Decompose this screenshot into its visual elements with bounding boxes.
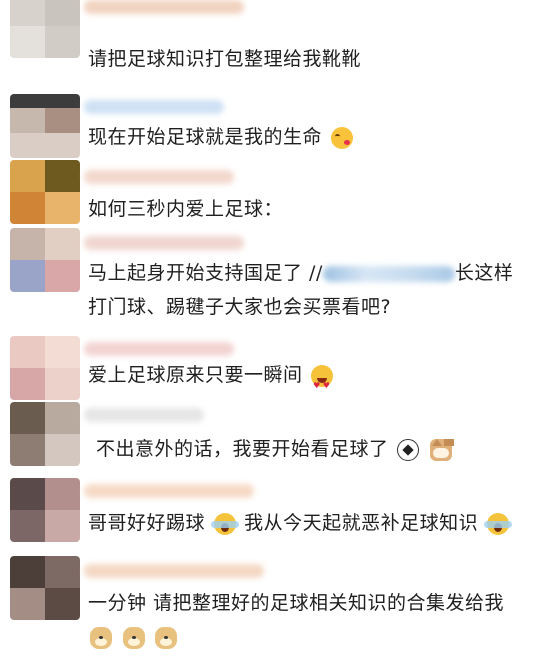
- comment-text: 现在开始足球就是我的生命: [88, 120, 539, 154]
- avatar-pixel: [45, 510, 80, 542]
- comment-text-line2: 打门球、踢毽子大家也会买票看吧?: [88, 296, 392, 318]
- avatar-pixel: [45, 192, 80, 224]
- avatar-pixel: [45, 228, 80, 260]
- username[interactable]: [84, 408, 204, 422]
- screaming-emoji: [483, 512, 512, 535]
- avatar-pixel: [45, 0, 80, 26]
- avatar-pixel: [45, 160, 80, 192]
- avatar-pixel: [10, 336, 45, 368]
- avatar-pixel: [10, 510, 45, 542]
- avatar[interactable]: [10, 556, 80, 620]
- avatar[interactable]: [10, 478, 80, 542]
- avatar-pixel: [45, 336, 80, 368]
- avatar-pixel: [10, 26, 45, 58]
- comment-text-line1-end: 长这样: [454, 262, 514, 284]
- comment-text: 请把足球知识打包整理给我靴靴: [88, 42, 539, 76]
- doge-emoji: [122, 626, 145, 649]
- avatar[interactable]: [10, 160, 80, 224]
- avatar[interactable]: [10, 228, 80, 292]
- comment-text: 一分钟 请把整理好的足球相关知识的合集发给我: [88, 586, 539, 654]
- kiss-emoji: [330, 126, 353, 149]
- comment-text-content: 现在开始足球就是我的生命: [88, 126, 323, 148]
- username[interactable]: [84, 484, 254, 498]
- avatar-pixel: [10, 133, 80, 158]
- comment-text-line1: 一分钟 请把整理好的足球相关知识的合集发给我: [88, 592, 505, 614]
- username[interactable]: [84, 100, 224, 114]
- avatar-pixel: [10, 0, 45, 26]
- soccer-ball-emoji: [397, 438, 420, 461]
- mentioned-username[interactable]: [322, 265, 455, 282]
- comment-text-content: 如何三秒内爱上足球：: [88, 198, 284, 220]
- avatar-pixel: [45, 478, 80, 510]
- avatar-pixel: [10, 192, 45, 224]
- avatar[interactable]: [10, 402, 80, 466]
- avatar-pixel: [10, 260, 45, 292]
- comment-text-part2: 我从今天起就恶补足球知识: [244, 512, 479, 534]
- comment-text-content: 爱上足球原来只要一瞬间: [88, 364, 303, 386]
- avatar-pixel: [45, 26, 80, 58]
- avatar-pixel: [10, 478, 45, 510]
- screaming-emoji: [210, 512, 239, 535]
- avatar-pixel: [45, 556, 80, 588]
- doge-emoji: [155, 626, 178, 649]
- cat-emoji: [429, 438, 452, 461]
- avatar-pixel: [10, 228, 45, 260]
- avatar-pixel: [45, 434, 80, 466]
- comment-text-content: 不出意外的话，我要开始看足球了: [96, 438, 389, 460]
- username[interactable]: [84, 564, 264, 578]
- avatar[interactable]: [10, 336, 80, 400]
- username[interactable]: [84, 0, 244, 14]
- avatar-pixel: [45, 588, 80, 620]
- username[interactable]: [84, 342, 234, 356]
- avatar-pixel: [10, 108, 45, 133]
- avatar-pixel: [10, 556, 45, 588]
- doge-emoji: [90, 626, 112, 649]
- avatar-pixel: [45, 108, 80, 133]
- avatar-pixel: [10, 434, 45, 466]
- comment-text: 哥哥好好踢球 我从今天起就恶补足球知识: [88, 506, 539, 540]
- avatar-pixel: [10, 368, 45, 400]
- heart-eyes-emoji: [311, 364, 334, 403]
- username[interactable]: [84, 170, 234, 184]
- avatar-pixel: [10, 160, 45, 192]
- avatar-pixel: [45, 402, 80, 434]
- avatar-pixel: [10, 588, 45, 620]
- comment-text-line1-start: 马上起身开始支持国足了 //: [88, 262, 323, 284]
- comment-text: 不出意外的话，我要开始看足球了: [96, 432, 539, 466]
- avatar-pixel: [10, 94, 80, 108]
- comment-text-content: 请把足球知识打包整理给我靴靴: [88, 48, 362, 70]
- comment-text: 如何三秒内爱上足球：: [88, 192, 539, 226]
- username[interactable]: [84, 236, 244, 250]
- avatar-pixel: [45, 368, 80, 400]
- avatar-pixel: [10, 402, 45, 434]
- comment-text-part1: 哥哥好好踢球: [88, 512, 206, 534]
- comment-text: 马上起身开始支持国足了 // 长这样 打门球、踢毽子大家也会买票看吧?: [88, 256, 539, 324]
- avatar-pixel: [45, 260, 80, 292]
- comment-text: 爱上足球原来只要一瞬间: [88, 358, 539, 403]
- avatar[interactable]: [10, 0, 80, 58]
- avatar[interactable]: [10, 94, 80, 158]
